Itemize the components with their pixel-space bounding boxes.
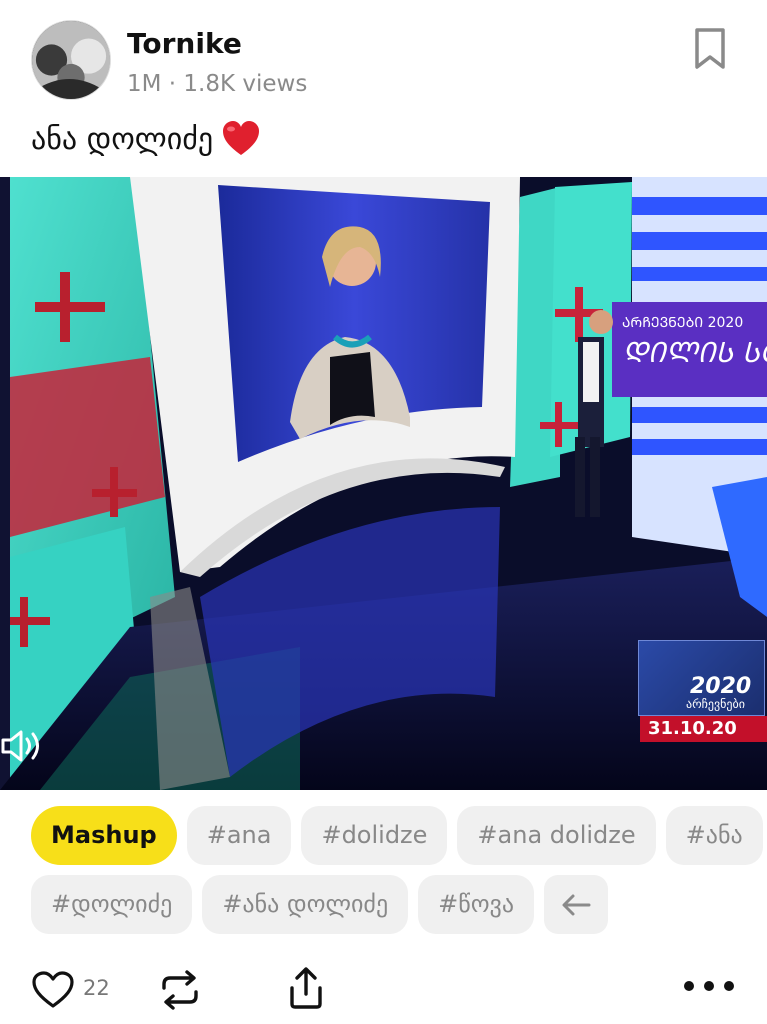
tag-row-1: Mashup #ana #dolidze #ana dolidze #ანა bbox=[31, 806, 763, 865]
tag-mashup[interactable]: Mashup bbox=[31, 806, 177, 865]
post-actions: 22 bbox=[0, 960, 767, 1020]
tag-row-2: #დოლიძე #ანა დოლიძე #წოვა bbox=[31, 875, 751, 934]
speaker-icon[interactable] bbox=[0, 728, 44, 764]
collapse-tags-button[interactable] bbox=[544, 875, 609, 934]
arrow-left-icon bbox=[562, 894, 591, 915]
tag-ana[interactable]: #ana bbox=[186, 806, 292, 865]
author-name[interactable]: Tornike bbox=[127, 27, 242, 60]
caption-text: ანა დოლიძე bbox=[31, 121, 214, 157]
bookmark-icon[interactable] bbox=[692, 26, 728, 72]
post-header: Tornike 1M · 1.8K views bbox=[0, 0, 767, 115]
tag-list: Mashup #ana #dolidze #ana dolidze #ანა #… bbox=[31, 806, 763, 944]
more-options-icon[interactable] bbox=[682, 978, 736, 994]
channel-logo-text: 2020 bbox=[690, 674, 752, 699]
tag-dolidze[interactable]: #dolidze bbox=[301, 806, 448, 865]
share-icon[interactable] bbox=[287, 966, 325, 1010]
tag-dolidze-georgian[interactable]: #დოლიძე bbox=[31, 875, 193, 934]
video-player[interactable]: ᲐᲠᲩᲔᲕᲜᲔᲑᲘ 2020 ᲓᲘᲚᲘᲡ ᲡᲢ 2020 არჩევნები 3… bbox=[0, 177, 767, 790]
like-count: 22 bbox=[83, 976, 110, 1000]
channel-logo-subtitle: არჩევნები bbox=[686, 697, 745, 711]
repost-icon[interactable] bbox=[155, 968, 205, 1012]
tag-tsova[interactable]: #წოვა bbox=[418, 875, 535, 934]
broadcast-date: 31.10.20 bbox=[640, 716, 767, 742]
tag-ana-dolidze[interactable]: #ana dolidze bbox=[457, 806, 656, 865]
heart-icon[interactable] bbox=[31, 970, 75, 1010]
author-avatar[interactable] bbox=[31, 20, 111, 100]
svg-text:ᲓᲘᲚᲘᲡ ᲡᲢ: ᲓᲘᲚᲘᲡ ᲡᲢ bbox=[622, 336, 767, 369]
svg-text:ᲐᲠᲩᲔᲕᲜᲔᲑᲘ 2020: ᲐᲠᲩᲔᲕᲜᲔᲑᲘ 2020 bbox=[622, 315, 743, 331]
tag-ana-dolidze-georgian[interactable]: #ანა დოლიძე bbox=[202, 875, 409, 934]
post-meta: 1M · 1.8K views bbox=[127, 71, 308, 97]
tag-ana-georgian[interactable]: #ანა bbox=[665, 806, 763, 865]
post-caption: ანა დოლიძე bbox=[31, 120, 261, 158]
red-heart-icon bbox=[223, 121, 260, 155]
